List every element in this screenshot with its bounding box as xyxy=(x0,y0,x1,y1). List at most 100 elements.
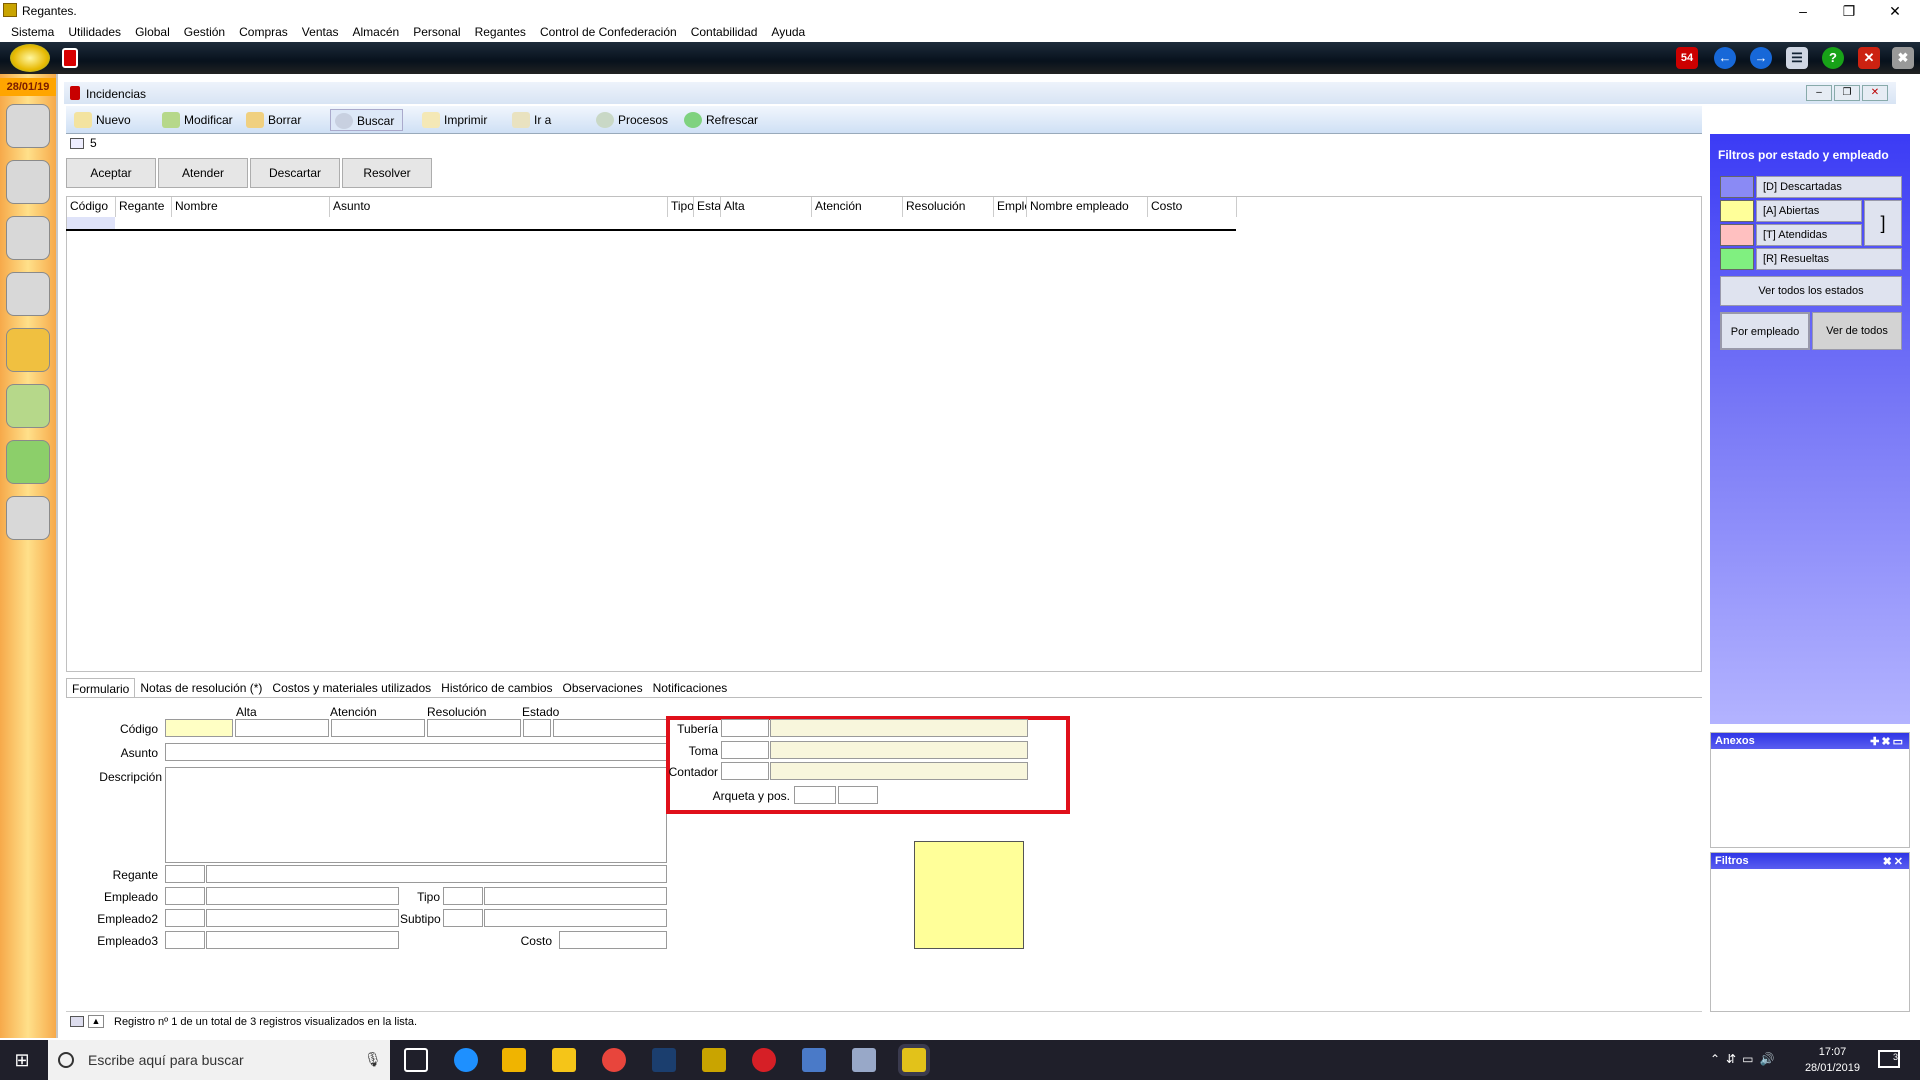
buscar-button[interactable]: Buscar xyxy=(330,109,404,131)
database-tools-icon[interactable] xyxy=(6,272,50,316)
col-alta[interactable]: Alta xyxy=(721,197,812,217)
restore-button[interactable]: ❐ xyxy=(1826,0,1872,22)
tuberia-field[interactable] xyxy=(770,719,1028,737)
tipo-code-field[interactable] xyxy=(443,887,483,905)
ver-todos-estados-button[interactable]: Ver todos los estados xyxy=(1720,276,1902,306)
resolucion-field[interactable] xyxy=(427,719,521,737)
regantes-active-icon[interactable] xyxy=(902,1048,926,1072)
chrome-icon[interactable] xyxy=(602,1048,626,1072)
col-regante[interactable]: Regante xyxy=(116,197,172,217)
descartar-button[interactable]: Descartar xyxy=(250,158,340,188)
subtipo-code-field[interactable] xyxy=(443,909,483,927)
edge-icon[interactable] xyxy=(454,1048,478,1072)
map-icon[interactable] xyxy=(6,384,50,428)
minimize-button[interactable]: – xyxy=(1780,0,1826,22)
grid-toggle-icon[interactable] xyxy=(70,1016,84,1027)
close-app-icon[interactable]: ✕ xyxy=(1858,47,1880,69)
subtipo-field[interactable] xyxy=(484,909,667,927)
filter-resueltas[interactable]: [R] Resueltas xyxy=(1720,248,1902,270)
nuevo-button[interactable]: Nuevo xyxy=(70,109,131,131)
system-tray-icons[interactable]: ⌃⇵▭🔊 xyxy=(1710,1052,1780,1066)
bag-icon[interactable] xyxy=(6,440,50,484)
windows-icon[interactable]: ☰ xyxy=(1786,47,1808,69)
filtros-actions[interactable]: ✖✕ xyxy=(1883,855,1905,868)
child-close-button[interactable]: ✕ xyxy=(1862,85,1888,101)
folder-icon[interactable] xyxy=(552,1048,576,1072)
menu-global[interactable]: Global xyxy=(128,22,177,42)
start-icon[interactable]: ⊞ xyxy=(12,1050,32,1070)
menu-contabilidad[interactable]: Contabilidad xyxy=(684,22,765,42)
tab-notificaciones[interactable]: Notificaciones xyxy=(648,678,733,697)
tuberia-code-field[interactable] xyxy=(721,719,769,737)
collapse-icon[interactable]: ▲ xyxy=(88,1015,104,1028)
menu-regantes[interactable]: Regantes xyxy=(468,22,533,42)
child-minimize-button[interactable]: – xyxy=(1806,85,1832,101)
empleado-code-field[interactable] xyxy=(165,887,205,905)
resolver-button[interactable]: Resolver xyxy=(342,158,432,188)
person-icon[interactable] xyxy=(6,160,50,204)
forward-arrow-icon[interactable]: → xyxy=(1750,47,1772,69)
tab-formulario[interactable]: Formulario xyxy=(66,678,136,697)
atender-button[interactable]: Atender xyxy=(158,158,248,188)
descripcion-field[interactable] xyxy=(165,767,667,863)
imprimir-button[interactable]: Imprimir xyxy=(418,109,487,131)
tipo-field[interactable] xyxy=(484,887,667,905)
network-app-icon[interactable] xyxy=(852,1048,876,1072)
refrescar-button[interactable]: Refrescar xyxy=(680,109,758,131)
menu-confederacion[interactable]: Control de Confederación xyxy=(533,22,684,42)
regante-name-field[interactable] xyxy=(206,865,667,883)
aceptar-button[interactable]: Aceptar xyxy=(66,158,156,188)
microphone-icon[interactable]: 🎙 xyxy=(364,1051,382,1068)
empleado3-code-field[interactable] xyxy=(165,931,205,949)
close-button[interactable]: ✕ xyxy=(1872,0,1918,22)
help-icon[interactable]: ? xyxy=(1822,47,1844,69)
costo-field[interactable] xyxy=(559,931,667,949)
taskbar-clock[interactable]: 17:07 28/01/2019 xyxy=(1805,1044,1860,1076)
taskbar-search[interactable]: Escribe aquí para buscar 🎙 xyxy=(48,1040,390,1080)
por-empleado-button[interactable]: Por empleado xyxy=(1720,312,1810,350)
tab-costos[interactable]: Costos y materiales utilizados xyxy=(267,678,436,697)
procesos-button[interactable]: Procesos xyxy=(592,109,668,131)
contador-field[interactable] xyxy=(770,762,1028,780)
estado-field[interactable] xyxy=(553,719,667,737)
notifications-badge-icon[interactable]: 54 xyxy=(1676,47,1698,69)
col-empleado[interactable]: Emple xyxy=(994,197,1027,217)
filter-descartadas[interactable]: [D] Descartadas xyxy=(1720,176,1902,198)
asunto-field[interactable] xyxy=(165,743,667,761)
tab-notas-resolucion[interactable]: Notas de resolución (*) xyxy=(135,678,267,697)
menu-ventas[interactable]: Ventas xyxy=(295,22,346,42)
estado-code-field[interactable] xyxy=(523,719,551,737)
col-nombre-empleado[interactable]: Nombre empleado xyxy=(1027,197,1148,217)
photoshop-icon[interactable] xyxy=(652,1048,676,1072)
col-asunto[interactable]: Asunto xyxy=(330,197,668,217)
menu-utilidades[interactable]: Utilidades xyxy=(61,22,128,42)
regantes-app-icon[interactable] xyxy=(702,1048,726,1072)
task-view-icon[interactable] xyxy=(404,1048,428,1072)
menu-ayuda[interactable]: Ayuda xyxy=(764,22,812,42)
borrar-button[interactable]: Borrar xyxy=(242,109,301,131)
image-preview[interactable] xyxy=(914,841,1024,949)
codigo-field[interactable] xyxy=(165,719,233,737)
anexos-actions[interactable]: ✚✖▭ xyxy=(1870,735,1905,748)
posicion-field[interactable] xyxy=(838,786,878,804)
col-codigo[interactable]: Código xyxy=(67,197,116,217)
menu-sistema[interactable]: Sistema xyxy=(4,22,61,42)
col-nombre[interactable]: Nombre xyxy=(172,197,330,217)
col-atencion[interactable]: Atención xyxy=(812,197,903,217)
table-row[interactable] xyxy=(67,217,115,229)
tab-observaciones[interactable]: Observaciones xyxy=(558,678,648,697)
atencion-field[interactable] xyxy=(331,719,425,737)
menu-compras[interactable]: Compras xyxy=(232,22,295,42)
incidencias-grid[interactable]: Código Regante Nombre Asunto Tipo Estad … xyxy=(66,196,1702,672)
worker-icon[interactable] xyxy=(6,496,50,540)
regante-code-field[interactable] xyxy=(165,865,205,883)
file-explorer-icon[interactable] xyxy=(502,1048,526,1072)
ir-a-button[interactable]: Ir a xyxy=(508,109,551,131)
notes-icon[interactable] xyxy=(6,328,50,372)
notification-center-icon[interactable]: 3 xyxy=(1878,1050,1900,1068)
exit-icon[interactable]: ✖ xyxy=(1892,47,1914,69)
col-costo[interactable]: Costo xyxy=(1148,197,1237,217)
binary-db-icon[interactable] xyxy=(6,216,50,260)
empleado3-name-field[interactable] xyxy=(206,931,399,949)
col-resolucion[interactable]: Resolución xyxy=(903,197,994,217)
